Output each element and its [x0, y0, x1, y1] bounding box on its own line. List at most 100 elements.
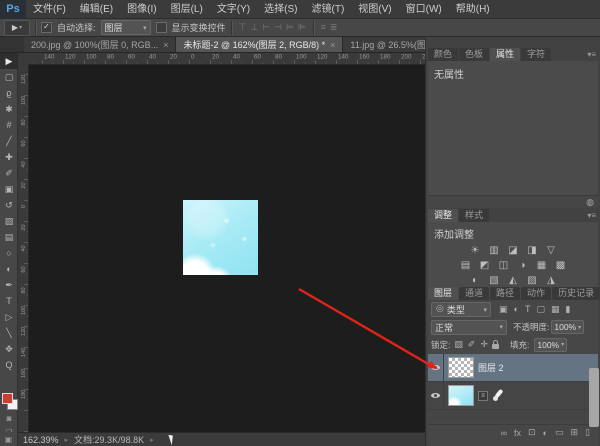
visibility-cell[interactable]	[428, 354, 444, 381]
panel-footer-icon[interactable]: ◍	[586, 197, 594, 208]
menu-item[interactable]: 编辑(E)	[73, 0, 120, 19]
align-icon[interactable]: ⊢	[260, 22, 272, 33]
quick-mask-icon[interactable]: ◙	[0, 414, 18, 423]
blur-tool[interactable]: ○	[0, 245, 18, 261]
photo-filter-icon[interactable]: ◑	[516, 259, 529, 272]
eraser-tool[interactable]: ▨	[0, 213, 18, 229]
black-white-icon[interactable]: ◫	[497, 259, 510, 272]
blend-mode-dropdown[interactable]: 正常 ▾	[431, 319, 507, 335]
layer-thumbnail[interactable]	[448, 357, 474, 378]
properties-tab-属性[interactable]: 属性	[490, 48, 521, 61]
adjustment-layer-icon[interactable]: ◐	[543, 428, 548, 438]
group-icon[interactable]: ▭	[555, 427, 564, 438]
link-layers-icon[interactable]: ∞	[501, 428, 507, 438]
filter-kind-dropdown[interactable]: ◎ 类型 ▾	[431, 302, 491, 317]
align-icon[interactable]: ⊨	[284, 22, 296, 33]
color-lookup-icon[interactable]: ▩	[554, 259, 567, 272]
vibrance-icon[interactable]: ▽	[545, 244, 558, 257]
gradient-tool[interactable]: ▤	[0, 229, 18, 245]
threshold-icon[interactable]: ◭	[507, 274, 520, 287]
panel-menu-icon[interactable]: ▾≡	[587, 209, 598, 222]
gradient-map-icon[interactable]: ▨	[526, 274, 539, 287]
foreground-color-swatch[interactable]	[2, 393, 13, 404]
collapsed-dock-strip[interactable]	[589, 368, 599, 427]
lock-all-icon[interactable]	[491, 339, 499, 349]
new-layer-icon[interactable]: ⊞	[571, 427, 579, 438]
brightness-contrast-icon[interactable]: ☀	[469, 244, 482, 257]
magic-wand-tool[interactable]: ✱	[0, 101, 18, 117]
layer-style-icon[interactable]: fx	[514, 428, 521, 438]
curves-icon[interactable]: ◪	[507, 244, 520, 257]
pen-tool[interactable]: ✒	[0, 277, 18, 293]
layers-tab-通道[interactable]: 通道	[459, 287, 490, 300]
dodge-tool[interactable]: ◐	[0, 261, 18, 277]
lasso-tool[interactable]: ϱ	[0, 85, 18, 101]
color-balance-icon[interactable]: ◩	[478, 259, 491, 272]
align-icon[interactable]: ⊤	[237, 22, 249, 33]
properties-tab-字符[interactable]: 字符	[521, 48, 552, 61]
properties-tab-颜色[interactable]: 颜色	[428, 48, 459, 61]
selective-color-icon[interactable]: ◮	[545, 274, 558, 287]
exposure-icon[interactable]: ◨	[526, 244, 539, 257]
lock-transparency-icon[interactable]: ▨	[453, 339, 464, 350]
document-tab[interactable]: 未标题-2 @ 162%(图层 2, RGB/8) * ×	[176, 37, 344, 52]
filter-shape-icon[interactable]: ▢	[535, 304, 546, 315]
filter-pixel-icon[interactable]: ▣	[498, 304, 509, 315]
layer-row[interactable]: 图层 2	[428, 354, 598, 382]
menu-item[interactable]: 图层(L)	[164, 0, 210, 19]
close-icon[interactable]: ×	[163, 40, 168, 50]
history-brush-tool[interactable]: ↺	[0, 197, 18, 213]
zoom-level-field[interactable]: 162.39%	[23, 435, 59, 445]
brush-tool[interactable]: ✐	[0, 165, 18, 181]
clone-stamp-tool[interactable]: ▣	[0, 181, 18, 197]
canvas-image[interactable]	[183, 200, 258, 275]
healing-brush-tool[interactable]: ✚	[0, 149, 18, 165]
posterize-icon[interactable]: ▧	[488, 274, 501, 287]
marquee-tool[interactable]: ▢	[0, 69, 18, 85]
status-divider-icon[interactable]: ▸	[150, 436, 154, 444]
menu-item[interactable]: 文件(F)	[26, 0, 73, 19]
align-icon[interactable]: ⊥	[248, 22, 260, 33]
layer-mask-icon[interactable]: ⊡	[528, 427, 536, 438]
delete-layer-icon[interactable]: ▯	[585, 427, 590, 438]
crop-tool[interactable]: #	[0, 117, 18, 133]
layer-thumbnail[interactable]	[448, 385, 474, 406]
lock-pixels-icon[interactable]: ✐	[467, 339, 477, 350]
type-tool[interactable]: T	[0, 293, 18, 309]
distribute-icon[interactable]: ≡	[319, 22, 328, 33]
eye-icon[interactable]	[431, 391, 440, 400]
auto-select-dropdown[interactable]: 图层 ▾	[100, 20, 151, 35]
visibility-cell[interactable]	[428, 382, 444, 409]
filter-switch-icon[interactable]: ▮	[564, 304, 571, 315]
channel-mixer-icon[interactable]: ▦	[535, 259, 548, 272]
eye-icon[interactable]	[431, 363, 440, 372]
panel-menu-icon[interactable]: ▾≡	[587, 48, 598, 61]
layers-tab-图层[interactable]: 图层	[428, 287, 459, 300]
eyedropper-tool[interactable]: ╱	[0, 133, 18, 149]
invert-icon[interactable]: ◐	[469, 274, 482, 287]
filter-smart-object-icon[interactable]: ▦	[550, 304, 561, 315]
lock-position-icon[interactable]: ✛	[479, 339, 489, 350]
distribute-icon[interactable]: ≣	[328, 22, 340, 33]
layer-name[interactable]: 图层 2	[478, 361, 504, 374]
current-tool-icon[interactable]: ▶ ▾	[4, 19, 30, 36]
align-icon[interactable]: ⊫	[296, 22, 308, 33]
layers-tab-历史记录[interactable]: 历史记录	[552, 287, 600, 300]
line-tool[interactable]: ╲	[0, 325, 18, 341]
menu-item[interactable]: 视图(V)	[351, 0, 398, 19]
layers-tab-动作[interactable]: 动作	[521, 287, 552, 300]
hue-saturation-icon[interactable]: ▤	[459, 259, 472, 272]
filter-type-icon[interactable]: T	[524, 304, 532, 315]
hand-tool[interactable]: ✥	[0, 341, 18, 357]
layer-row[interactable]: ≡	[428, 382, 598, 410]
zoom-tool[interactable]: Q	[0, 357, 18, 373]
adjustments-tab-调整[interactable]: 调整	[428, 209, 459, 222]
menu-item[interactable]: 选择(S)	[257, 0, 304, 19]
move-tool[interactable]: ▶	[0, 53, 18, 69]
menu-item[interactable]: 帮助(H)	[449, 0, 497, 19]
menu-item[interactable]: 图像(I)	[120, 0, 163, 19]
auto-select-checkbox[interactable]: ✓	[41, 22, 52, 33]
menu-item[interactable]: 文字(Y)	[210, 0, 257, 19]
opacity-field[interactable]: 100% ▾	[551, 320, 585, 334]
close-icon[interactable]: ×	[330, 40, 335, 50]
